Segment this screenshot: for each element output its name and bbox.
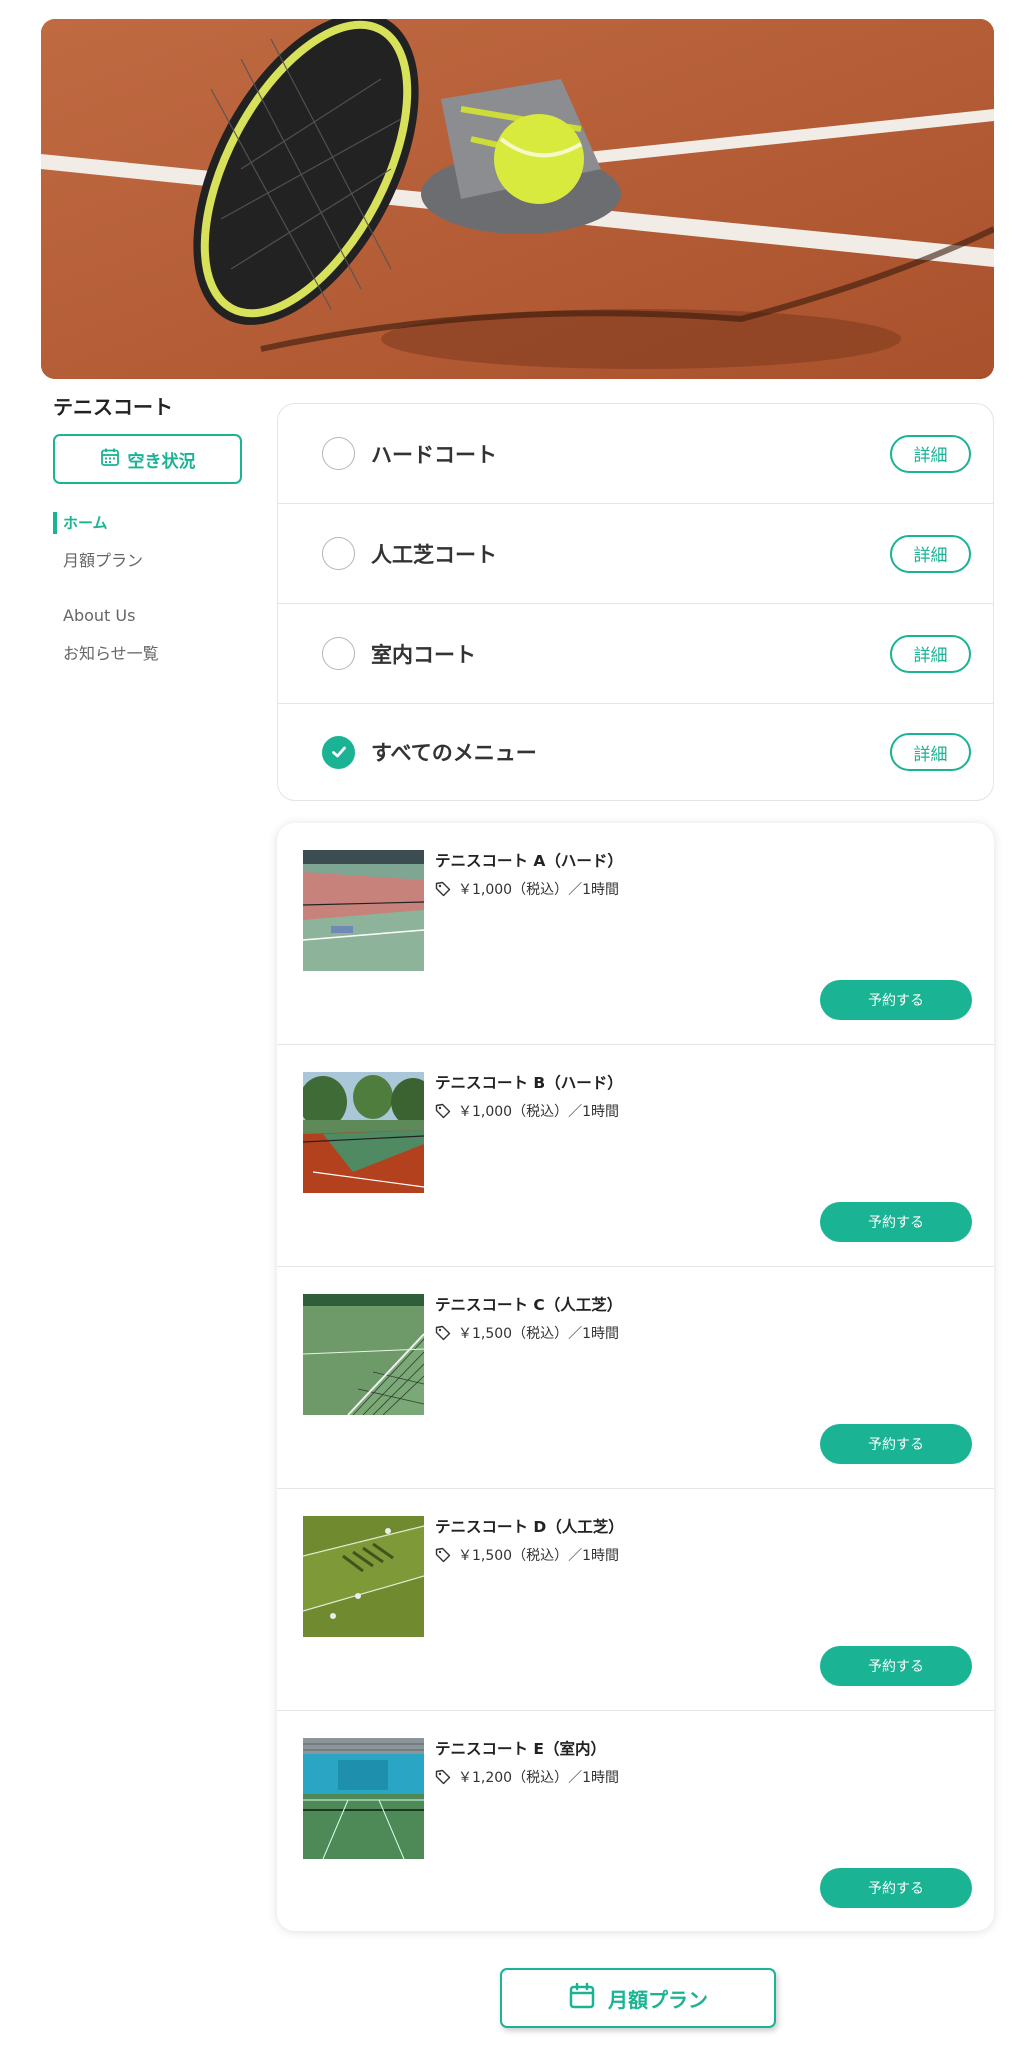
court-thumbnail [303,1072,424,1193]
monthly-plan-button[interactable]: 月額プラン [500,1968,776,2028]
court-thumbnail [303,1738,424,1859]
price-tag-icon [435,1325,451,1341]
menu-filter-card: ハードコート 詳細 人工芝コート 詳細 室内コート 詳細 すべてのメニュー 詳細 [277,403,994,801]
filter-label: 室内コート [371,642,476,667]
filter-row-all-menus[interactable]: すべてのメニュー 詳細 [278,704,993,800]
sidebar-nav: ホーム 月額プラン About Us お知らせ一覧 [53,504,268,673]
site-title: テニスコート [53,395,173,419]
court-name: テニスコート C（人工芝） [435,1296,623,1314]
calendar-icon [568,1982,596,2015]
sidebar-item-about-us[interactable]: About Us [53,597,268,635]
court-price-text: ￥1,500（税込）／1時間 [458,1326,619,1342]
sidebar-item-monthly-plan[interactable]: 月額プラン [53,542,268,580]
sidebar: テニスコート 空き状況 ホーム 月額プラン About Us お知らせ一覧 [53,392,268,673]
court-list: テニスコート A（ハード） ￥1,000（税込）／1時間 予約する テニスコート… [277,823,994,1931]
radio-button-checked[interactable] [322,735,355,769]
reserve-button[interactable]: 予約する [820,1424,972,1464]
detail-button[interactable]: 詳細 [890,434,971,473]
radio-button[interactable] [322,437,355,470]
court-item: テニスコート A（ハード） ￥1,000（税込）／1時間 予約する [277,823,994,1045]
checkmark-icon [331,746,346,758]
court-price-text: ￥1,500（税込）／1時間 [458,1548,619,1564]
price-tag-icon [435,1769,451,1785]
availability-button[interactable]: 空き状況 [53,434,242,484]
calendar-icon [100,447,120,472]
radio-button[interactable] [322,637,355,670]
court-thumbnail [303,1294,424,1415]
availability-button-label: 空き状況 [127,451,196,472]
court-price-text: ￥1,200（税込）／1時間 [458,1770,619,1786]
reserve-button[interactable]: 予約する [820,1868,972,1908]
filter-row-indoor-court[interactable]: 室内コート 詳細 [278,604,993,704]
court-name: テニスコート D（人工芝） [435,1518,624,1536]
court-thumbnail [303,1516,424,1637]
hero-image [41,19,994,379]
court-price: ￥1,000（税込）／1時間 [435,1101,619,1121]
court-price: ￥1,200（税込）／1時間 [435,1767,619,1787]
price-tag-icon [435,881,451,897]
court-name: テニスコート B（ハード） [435,1074,623,1092]
price-tag-icon [435,1103,451,1119]
detail-button[interactable]: 詳細 [890,634,971,673]
reserve-button[interactable]: 予約する [820,1646,972,1686]
court-price: ￥1,000（税込）／1時間 [435,879,619,899]
reserve-button[interactable]: 予約する [820,980,972,1020]
filter-row-hard-court[interactable]: ハードコート 詳細 [278,404,993,504]
court-name: テニスコート E（室内） [435,1740,606,1758]
court-thumbnail [303,850,424,971]
filter-label: すべてのメニュー [371,741,537,765]
detail-button[interactable]: 詳細 [890,534,971,573]
filter-label: 人工芝コート [371,542,497,567]
filter-label: ハードコート [371,442,497,467]
court-price: ￥1,500（税込）／1時間 [435,1323,619,1343]
sidebar-item-home[interactable]: ホーム [53,504,268,542]
sidebar-item-news[interactable]: お知らせ一覧 [53,635,268,673]
court-price-text: ￥1,000（税込）／1時間 [458,1104,619,1120]
court-item: テニスコート E（室内） ￥1,200（税込）／1時間 予約する [277,1711,994,1931]
court-name: テニスコート A（ハード） [435,852,623,870]
detail-button[interactable]: 詳細 [890,733,971,771]
reserve-button[interactable]: 予約する [820,1202,972,1242]
court-item: テニスコート B（ハード） ￥1,000（税込）／1時間 予約する [277,1045,994,1267]
court-price: ￥1,500（税込）／1時間 [435,1545,619,1565]
price-tag-icon [435,1547,451,1563]
court-item: テニスコート C（人工芝） ￥1,500（税込）／1時間 予約する [277,1267,994,1489]
court-price-text: ￥1,000（税込）／1時間 [458,882,619,898]
radio-button[interactable] [322,537,355,570]
court-item: テニスコート D（人工芝） ￥1,500（税込）／1時間 予約する [277,1489,994,1711]
monthly-plan-button-label: 月額プラン [608,1987,708,2012]
filter-row-artificial-turf[interactable]: 人工芝コート 詳細 [278,504,993,604]
